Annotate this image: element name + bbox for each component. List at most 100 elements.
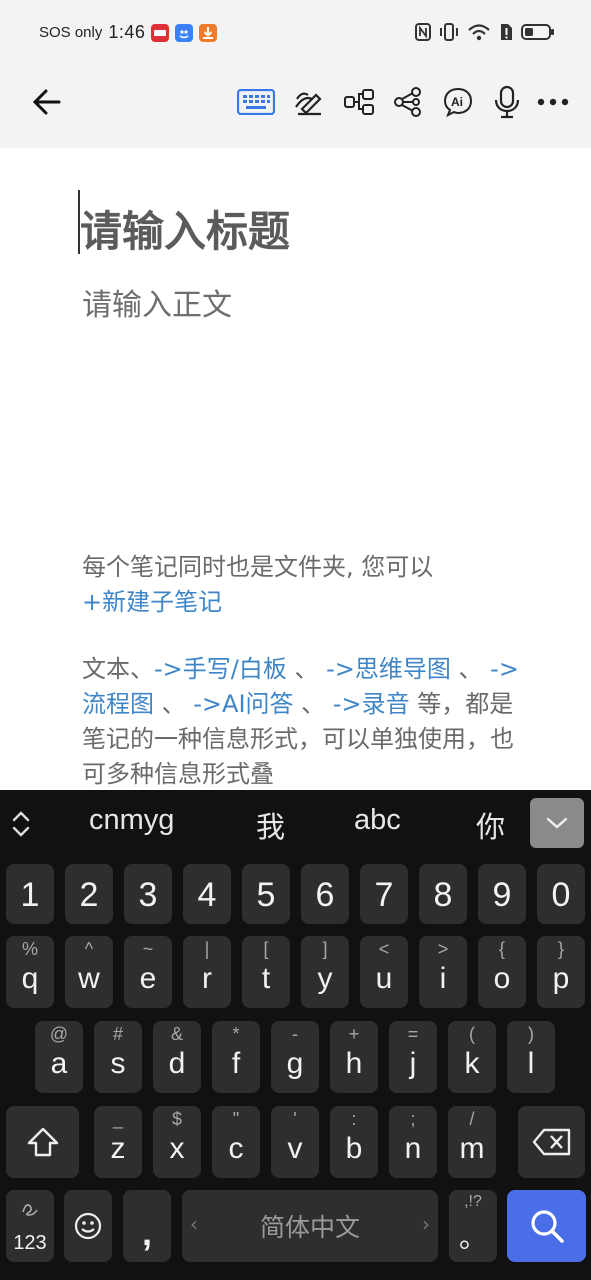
key-3[interactable]: 3 bbox=[124, 864, 172, 924]
key-v[interactable]: ' v bbox=[271, 1106, 319, 1178]
key-6[interactable]: 6 bbox=[301, 864, 349, 924]
key-4[interactable]: 4 bbox=[183, 864, 231, 924]
key-f-label: f bbox=[231, 1047, 241, 1080]
key-m-symbol: / bbox=[469, 1109, 475, 1129]
key-t[interactable]: [t bbox=[242, 936, 290, 1008]
key-w[interactable]: ^ w bbox=[65, 936, 113, 1008]
backspace-key[interactable] bbox=[518, 1106, 585, 1178]
download-icon bbox=[199, 23, 218, 42]
key-p-label: p bbox=[552, 962, 570, 995]
mindmap-link[interactable]: ->思维导图 bbox=[326, 655, 451, 683]
period-key[interactable]: ,!? 。 bbox=[449, 1190, 497, 1262]
emoji-key[interactable] bbox=[64, 1190, 112, 1262]
note-editor[interactable]: 请输入标题 请输入正文 每个笔记同时也是文件夹, 您可以 +新建子笔记 文本、->… bbox=[0, 148, 591, 790]
key-s-label: s bbox=[110, 1047, 126, 1080]
key-2[interactable]: 2 bbox=[65, 864, 113, 924]
ai-chat-button[interactable]: Ai bbox=[438, 82, 478, 122]
key-p[interactable]: } p bbox=[537, 936, 585, 1008]
back-button[interactable] bbox=[26, 82, 66, 122]
key-3-label: 3 bbox=[138, 876, 158, 914]
key-g-symbol: - bbox=[292, 1024, 298, 1044]
key-q-symbol: % bbox=[21, 939, 38, 959]
key-1[interactable]: 1 bbox=[6, 864, 54, 924]
handwrite-small-icon bbox=[22, 1204, 38, 1216]
key-l[interactable]: ) l bbox=[507, 1021, 555, 1093]
key-h-symbol: + bbox=[348, 1024, 360, 1044]
key-o[interactable]: {o bbox=[478, 936, 526, 1008]
key-q[interactable]: % q bbox=[6, 936, 54, 1008]
title-input[interactable]: 请输入标题 bbox=[80, 198, 290, 259]
key-i-symbol: > bbox=[437, 939, 449, 959]
up-down-arrows-icon bbox=[12, 811, 30, 837]
key-r[interactable]: | r bbox=[183, 936, 231, 1008]
ai-chat-icon: Ai bbox=[443, 87, 473, 118]
help-text: 每个笔记同时也是文件夹, 您可以 +新建子笔记 文本、->手写/白板 、 ->思维… bbox=[82, 550, 532, 790]
key-y-symbol: ] bbox=[322, 939, 328, 959]
candidate-pinyin[interactable]: cnmyg bbox=[89, 804, 174, 837]
shift-key[interactable] bbox=[6, 1106, 79, 1178]
key-y[interactable]: ] y bbox=[301, 936, 349, 1008]
key-z[interactable]: _ z bbox=[94, 1106, 142, 1178]
candidate-abc[interactable]: abc bbox=[354, 804, 401, 837]
key-8[interactable]: 8 bbox=[419, 864, 467, 924]
space-key[interactable]: ‹ 简体中文 › bbox=[182, 1190, 438, 1262]
search-key[interactable] bbox=[507, 1190, 586, 1262]
candidate-ni[interactable]: 你 bbox=[476, 804, 505, 846]
flowchart-button[interactable] bbox=[339, 82, 379, 122]
key-m-label: m bbox=[459, 1132, 485, 1165]
mindmap-button[interactable] bbox=[388, 82, 428, 122]
candidate-wo[interactable]: 我 bbox=[256, 804, 285, 846]
recording-link[interactable]: ->录音 bbox=[333, 690, 410, 718]
key-9[interactable]: 9 bbox=[478, 864, 526, 924]
search-icon bbox=[530, 1210, 564, 1243]
key-u[interactable]: < u bbox=[360, 936, 408, 1008]
mindmap-icon bbox=[394, 87, 421, 117]
no-sim-icon bbox=[501, 24, 512, 40]
key-k-symbol: ( bbox=[469, 1024, 475, 1044]
key-f[interactable]: * f bbox=[212, 1021, 260, 1093]
body-input[interactable]: 请输入正文 bbox=[82, 280, 232, 324]
cursor-move-button[interactable] bbox=[10, 810, 32, 842]
expand-candidates-button[interactable] bbox=[530, 798, 584, 848]
new-sub-note-link[interactable]: +新建子笔记 bbox=[82, 588, 222, 616]
key-i[interactable]: > i bbox=[419, 936, 467, 1008]
more-button[interactable] bbox=[533, 82, 573, 122]
comma-key[interactable]: , bbox=[123, 1190, 171, 1262]
key-s[interactable]: # s bbox=[94, 1021, 142, 1093]
key-e[interactable]: ~ e bbox=[124, 936, 172, 1008]
clock: 1:46 bbox=[108, 22, 146, 42]
key-a[interactable]: @ a bbox=[35, 1021, 83, 1093]
key-f-symbol: * bbox=[232, 1024, 240, 1044]
key-x[interactable]: $ x bbox=[153, 1106, 201, 1178]
key-m[interactable]: / m bbox=[448, 1106, 496, 1178]
key-c[interactable]: " c bbox=[212, 1106, 260, 1178]
ai-qa-link[interactable]: ->AI问答 bbox=[193, 690, 293, 718]
key-n[interactable]: ; n bbox=[389, 1106, 437, 1178]
number-switch-key[interactable]: 123 bbox=[6, 1190, 54, 1262]
key-2-label: 2 bbox=[79, 876, 99, 914]
key-5[interactable]: 5 bbox=[242, 864, 290, 924]
handwriting-link[interactable]: ->手写/白板 bbox=[154, 655, 287, 683]
key-c-label: c bbox=[228, 1132, 244, 1165]
key-7-label: 7 bbox=[374, 876, 394, 914]
key-h[interactable]: + h bbox=[330, 1021, 378, 1093]
key-w-symbol: ^ bbox=[84, 939, 94, 959]
key-l-symbol: ) bbox=[528, 1024, 534, 1044]
key-j-label: j bbox=[409, 1047, 417, 1080]
key-p-symbol: } bbox=[557, 939, 564, 959]
key-g[interactable]: -g bbox=[271, 1021, 319, 1093]
keyboard-mode-button[interactable] bbox=[236, 82, 276, 122]
handwriting-button[interactable] bbox=[289, 82, 329, 122]
emoji-icon bbox=[74, 1212, 102, 1240]
key-b[interactable]: :b bbox=[330, 1106, 378, 1178]
key-0-label: 0 bbox=[551, 876, 571, 914]
key-j[interactable]: = j bbox=[389, 1021, 437, 1093]
separator: 、 bbox=[293, 690, 333, 718]
help-text-1: 每个笔记同时也是文件夹, 您可以 bbox=[82, 553, 434, 581]
voice-record-button[interactable] bbox=[487, 82, 527, 122]
key-d[interactable]: & d bbox=[153, 1021, 201, 1093]
key-7[interactable]: 7 bbox=[360, 864, 408, 924]
key-0[interactable]: 0 bbox=[537, 864, 585, 924]
key-k[interactable]: (k bbox=[448, 1021, 496, 1093]
key-y-label: y bbox=[317, 962, 333, 995]
